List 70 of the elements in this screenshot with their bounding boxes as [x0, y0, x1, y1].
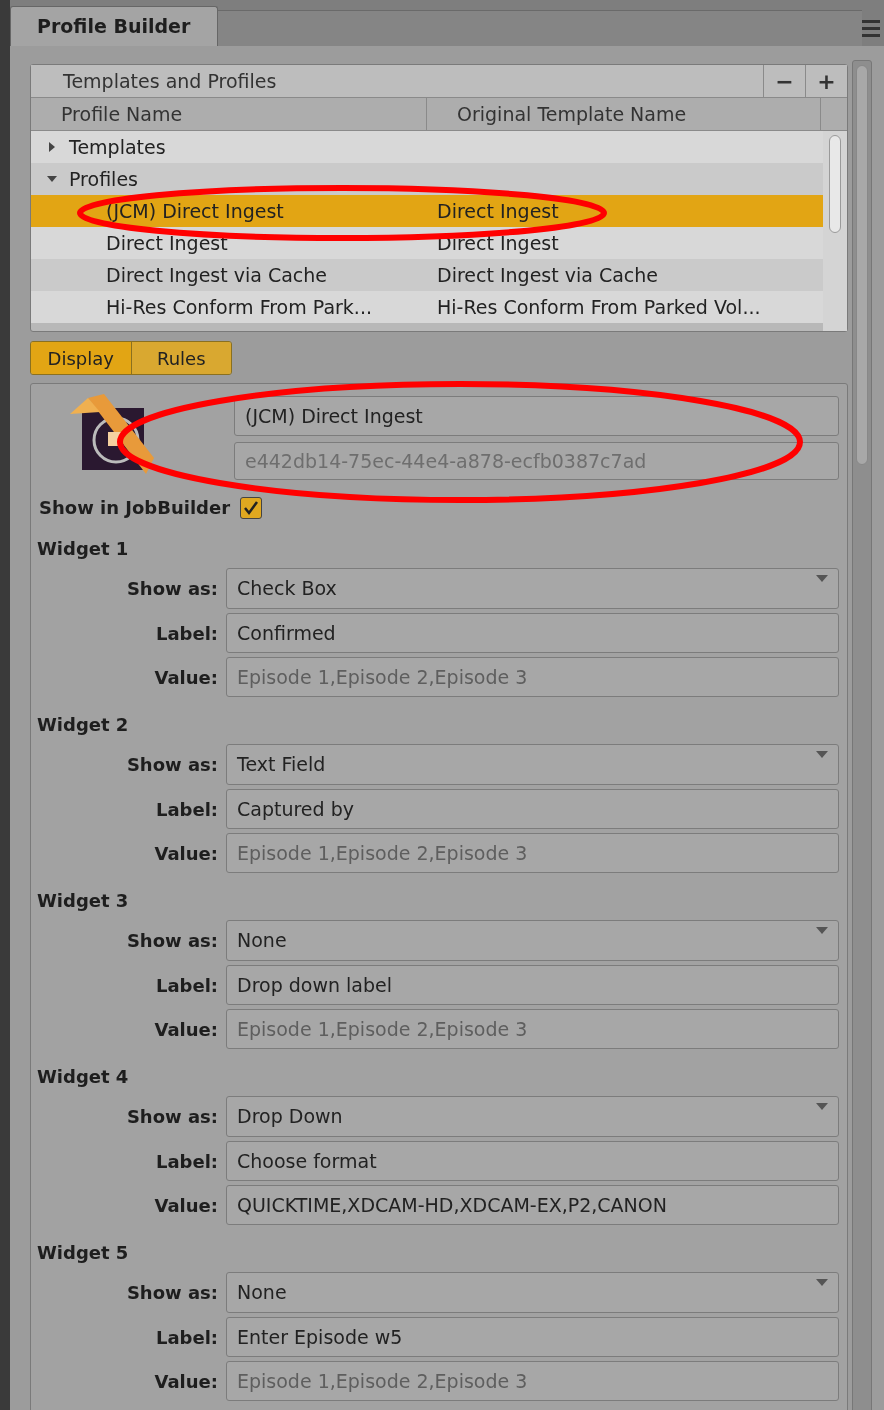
field-label: Label:	[154, 973, 219, 998]
field-label: Value:	[153, 841, 219, 866]
field-label: Show as:	[125, 1105, 219, 1129]
text-field[interactable]: Enter Episode w5	[226, 1317, 839, 1357]
dropdown-arrow-icon	[816, 575, 828, 583]
profile-row[interactable]: Hi-Res Conform From Park... Hi-Res Conform From Parked Vol...	[31, 291, 823, 323]
table-cell-text: Hi-Res Conform From Park...	[105, 294, 373, 320]
checkmark-icon	[243, 499, 260, 516]
table-cell-text: (JCM) Direct Ingest	[105, 198, 285, 224]
remove-button[interactable]: −	[763, 65, 805, 97]
column-header[interactable]: Profile Name	[31, 98, 427, 130]
table-cell-text: Direct Ingest via Cache	[437, 262, 658, 288]
field-label: Show as:	[125, 1281, 219, 1305]
scrollbar[interactable]	[852, 60, 872, 1410]
text-field[interactable]: Episode 1,Episode 2,Episode 3	[226, 657, 839, 697]
text-field[interactable]: Choose format	[226, 1141, 839, 1181]
profile-row[interactable]: (JCM) Direct Ingest Direct Ingest	[31, 195, 823, 227]
text-field[interactable]: Episode 1,Episode 2,Episode 3	[226, 1361, 839, 1401]
dropdown[interactable]: None	[226, 920, 839, 961]
widget-heading: Widget 3	[36, 889, 130, 913]
menu-icon[interactable]	[862, 18, 880, 38]
panel-title: Templates and Profiles	[62, 68, 278, 94]
field-label: Label:	[154, 621, 219, 646]
text-field[interactable]: Drop down label	[226, 965, 839, 1005]
collapse-arrow-icon[interactable]	[47, 174, 57, 184]
field-label: Value:	[153, 1369, 219, 1394]
dropdown[interactable]: Drop Down	[226, 1096, 839, 1137]
dropdown[interactable]: None	[226, 1272, 839, 1313]
view-tab[interactable]: Rules	[130, 342, 231, 374]
widget-heading: Widget 2	[36, 713, 130, 737]
dropdown-arrow-icon	[816, 1279, 828, 1287]
view-tab[interactable]: Display	[31, 342, 131, 374]
panel-tab[interactable]: Profile Builder	[10, 6, 218, 46]
dropdown-arrow-icon	[816, 927, 828, 935]
field-label: Value:	[153, 1193, 219, 1218]
field-label: Show as:	[125, 929, 219, 953]
widget-heading: Widget 4	[36, 1065, 130, 1089]
field-label: Label:	[154, 1149, 219, 1174]
text-field[interactable]: Episode 1,Episode 2,Episode 3	[226, 833, 839, 873]
field-label: Value:	[153, 1017, 219, 1042]
field-label: Show as:	[125, 753, 219, 777]
profile-name-field[interactable]: (JCM) Direct Ingest	[234, 396, 839, 436]
text-field[interactable]: QUICKTIME,XDCAM-HD,XDCAM-EX,P2,CANON	[226, 1185, 839, 1225]
table-cell-text: Direct Ingest via Cache	[105, 262, 328, 288]
table-cell-text: Direct Ingest	[437, 198, 559, 224]
widget-heading: Widget 1	[36, 537, 130, 561]
field-label: Value:	[153, 665, 219, 690]
column-header[interactable]: Original Template Name	[427, 98, 821, 130]
table-cell-text: Direct Ingest	[105, 230, 229, 256]
dropdown[interactable]: Text Field	[226, 744, 839, 785]
field-label: Label:	[154, 1325, 219, 1350]
expand-arrow-icon[interactable]	[47, 142, 57, 152]
tree-group[interactable]: Profiles	[69, 164, 138, 194]
scrollbar[interactable]	[823, 131, 847, 331]
text-field[interactable]: Captured by	[226, 789, 839, 829]
widget-heading: Widget 5	[36, 1241, 130, 1265]
dropdown-arrow-icon	[816, 751, 828, 759]
checkbox-label: Show in JobBuilder	[39, 496, 231, 520]
tree-group[interactable]: Templates	[69, 132, 166, 162]
field-label: Label:	[154, 797, 219, 822]
profile-row[interactable]: Direct Ingest via Cache Direct Ingest via Cache	[31, 259, 823, 291]
table-cell-text: Hi-Res Conform From Parked Vol...	[437, 294, 761, 320]
text-field[interactable]: Episode 1,Episode 2,Episode 3	[226, 1009, 839, 1049]
profile-icon	[69, 394, 156, 476]
field-label: Show as:	[125, 577, 219, 601]
dropdown[interactable]: Check Box	[226, 568, 839, 609]
add-button[interactable]: +	[805, 65, 847, 97]
text-field[interactable]: Confirmed	[226, 613, 839, 653]
dropdown-arrow-icon	[816, 1103, 828, 1111]
checkbox[interactable]	[240, 496, 263, 519]
